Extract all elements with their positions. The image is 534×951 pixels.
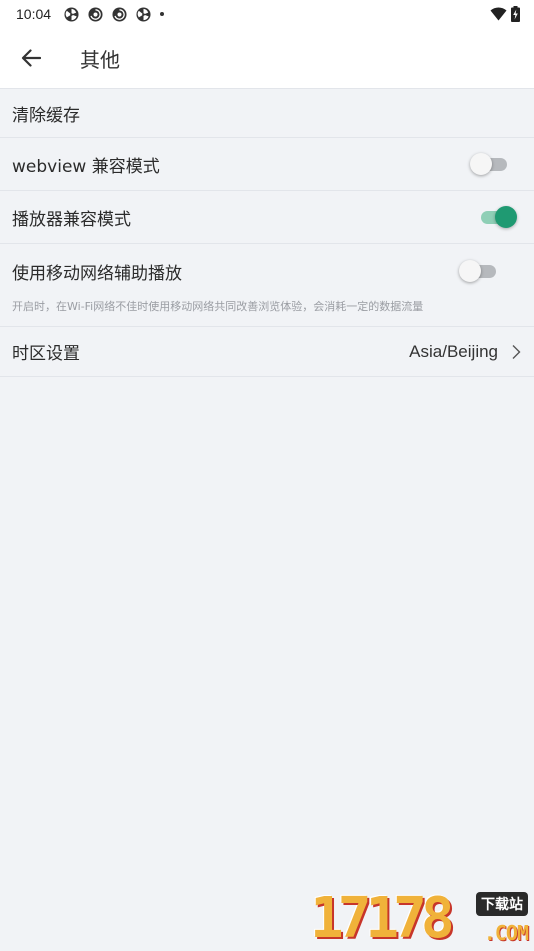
wifi-icon	[490, 7, 507, 21]
player-compat-switch[interactable]	[478, 206, 516, 228]
settings-list: 清除缓存 webview 兼容模式 播放器兼容模式 使用移动网络辅助播放 开启时…	[0, 89, 534, 377]
player-compat-label: 播放器兼容模式	[12, 205, 478, 230]
watermark-badge: 下载站	[476, 892, 528, 916]
mobile-assist-label: 使用移动网络辅助播放	[12, 259, 459, 284]
switch-thumb	[470, 153, 492, 175]
timezone-row[interactable]: 时区设置 Asia/Beijing	[0, 327, 534, 377]
chrome-icon	[112, 7, 127, 22]
chrome-icon	[88, 7, 103, 22]
webview-compat-switch[interactable]	[470, 153, 508, 175]
mobile-assist-switch[interactable]	[459, 260, 497, 282]
chevron-right-icon	[510, 344, 522, 360]
webview-compat-label: webview 兼容模式	[12, 152, 470, 177]
clear-cache-row[interactable]: 清除缓存	[0, 89, 534, 138]
status-bar: 10:04	[0, 0, 534, 28]
switch-thumb	[495, 206, 517, 228]
switch-thumb	[459, 260, 481, 282]
fan-icon	[64, 7, 79, 22]
webview-compat-row[interactable]: webview 兼容模式	[0, 138, 534, 191]
mobile-assist-description: 开启时，在Wi-Fi网络不佳时使用移动网络共同改善浏览体验，会消耗一定的数据流量	[12, 298, 522, 314]
app-bar: 其他	[0, 28, 534, 89]
back-button[interactable]	[0, 28, 62, 89]
watermark-digits: 17178	[310, 890, 449, 948]
status-right	[490, 6, 520, 22]
notification-dot-icon	[160, 12, 164, 16]
arrow-left-icon	[21, 49, 41, 67]
fan-icon	[136, 7, 151, 22]
status-time: 10:04	[16, 6, 51, 22]
timezone-label: 时区设置	[12, 339, 409, 364]
clear-cache-label: 清除缓存	[12, 101, 522, 126]
page-title: 其他	[80, 44, 120, 73]
watermark-suffix: .COM	[484, 921, 528, 945]
player-compat-row[interactable]: 播放器兼容模式	[0, 191, 534, 244]
status-left: 10:04	[16, 6, 164, 22]
watermark-logo: 17178 下载站 .COM	[310, 890, 532, 948]
timezone-value: Asia/Beijing	[409, 342, 498, 362]
battery-charging-icon	[511, 6, 520, 22]
mobile-assist-top: 使用移动网络辅助播放	[12, 258, 522, 284]
mobile-assist-row[interactable]: 使用移动网络辅助播放 开启时，在Wi-Fi网络不佳时使用移动网络共同改善浏览体验…	[0, 244, 534, 327]
